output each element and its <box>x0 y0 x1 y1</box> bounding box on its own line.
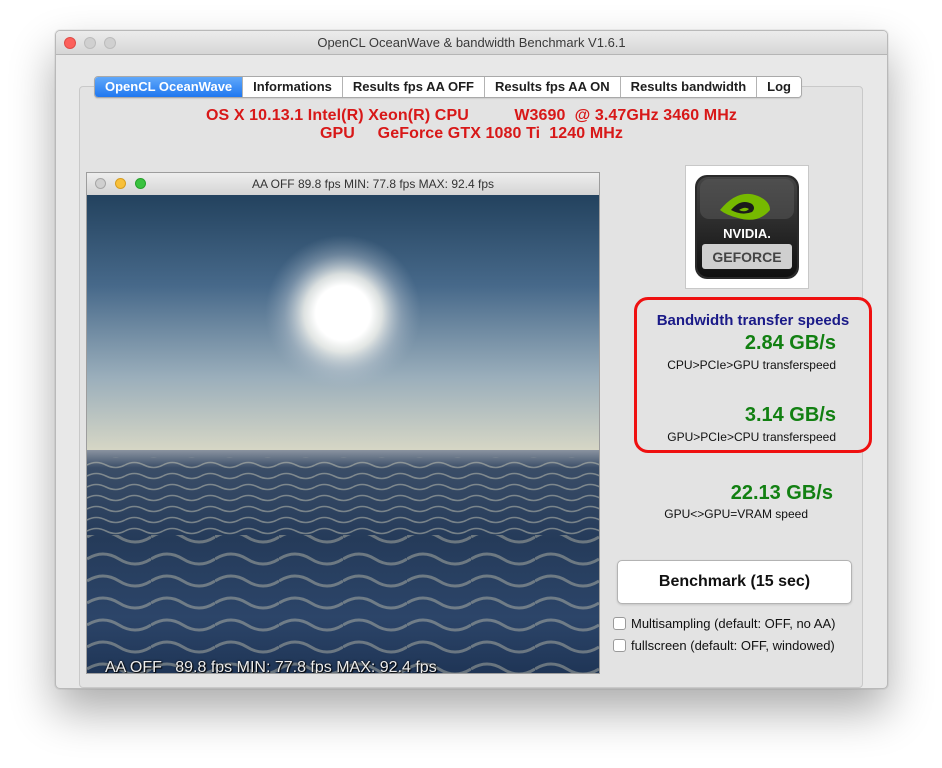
cpu-info-text: OS X 10.13.1 Intel(R) Xeon(R) CPU W3690 … <box>205 107 737 124</box>
benchmark-button[interactable]: Benchmark (15 sec) <box>617 560 852 604</box>
cpu-to-gpu-speed-label: CPU>PCIe>GPU transferspeed <box>667 358 836 372</box>
nvidia-logo-graphic: NVIDIA. GEFORCE <box>695 175 799 279</box>
ocean-scene: AA OFF 89.8 fps MIN: 77.8 fps MAX: 92.4 … <box>87 195 599 673</box>
gpu-info-text: GPU GeForce GTX 1080 Ti 1240 MHz <box>319 125 624 142</box>
vram-speed-label: GPU<>GPU=VRAM speed <box>664 507 808 521</box>
tab-results-fps-aa-on[interactable]: Results fps AA ON <box>484 77 620 97</box>
gpu-to-cpu-speed-value: 3.14 GB/s <box>744 404 836 426</box>
bandwidth-speeds-box: Bandwidth transfer speeds 2.84 GB/s CPU>… <box>634 297 872 453</box>
tab-log[interactable]: Log <box>756 77 801 97</box>
logo-geforce-text: GEFORCE <box>712 249 781 265</box>
tab-opencl-oceanwave[interactable]: OpenCL OceanWave <box>95 77 243 97</box>
ocean-render-window[interactable]: AA OFF 89.8 fps MIN: 77.8 fps MAX: 92.4 … <box>86 172 600 674</box>
fullscreen-label[interactable]: fullscreen (default: OFF, windowed) <box>631 638 835 653</box>
multisampling-label[interactable]: Multisampling (default: OFF, no AA) <box>631 616 835 631</box>
render-window-title: AA OFF 89.8 fps MIN: 77.8 fps MAX: 92.4 … <box>251 177 495 191</box>
window-title: OpenCL OceanWave & bandwidth Benchmark V… <box>317 35 626 50</box>
fullscreen-option[interactable]: fullscreen (default: OFF, windowed) <box>613 637 835 653</box>
tab-results-bandwidth[interactable]: Results bandwidth <box>619 77 757 97</box>
multisampling-checkbox[interactable] <box>613 616 626 630</box>
multisampling-option[interactable]: Multisampling (default: OFF, no AA) <box>613 615 835 631</box>
tab-informations[interactable]: Informations <box>242 77 342 97</box>
tab-results-fps-aa-off[interactable]: Results fps AA OFF <box>341 77 484 97</box>
tab-bar: OpenCL OceanWave Informations Results fp… <box>94 76 802 98</box>
app-window: OpenCL OceanWave & bandwidth Benchmark V… <box>55 30 888 689</box>
title-bar[interactable]: OpenCL OceanWave & bandwidth Benchmark V… <box>56 31 887 55</box>
vram-speed-value: 22.13 GB/s <box>730 482 833 504</box>
bandwidth-title: Bandwidth transfer speeds <box>656 312 850 329</box>
nvidia-geforce-logo-icon: NVIDIA. GEFORCE <box>685 165 809 289</box>
gpu-to-cpu-speed-label: GPU>PCIe>CPU transferspeed <box>667 430 836 444</box>
fps-overlay-text: AA OFF 89.8 fps MIN: 77.8 fps MAX: 92.4 … <box>105 659 437 674</box>
cpu-to-gpu-speed-value: 2.84 GB/s <box>744 332 836 354</box>
logo-nvidia-text: NVIDIA. <box>723 226 771 241</box>
fullscreen-checkbox[interactable] <box>613 638 626 652</box>
render-window-title-bar[interactable]: AA OFF 89.8 fps MIN: 77.8 fps MAX: 92.4 … <box>87 173 599 196</box>
ocean-scene-graphic <box>87 195 599 673</box>
